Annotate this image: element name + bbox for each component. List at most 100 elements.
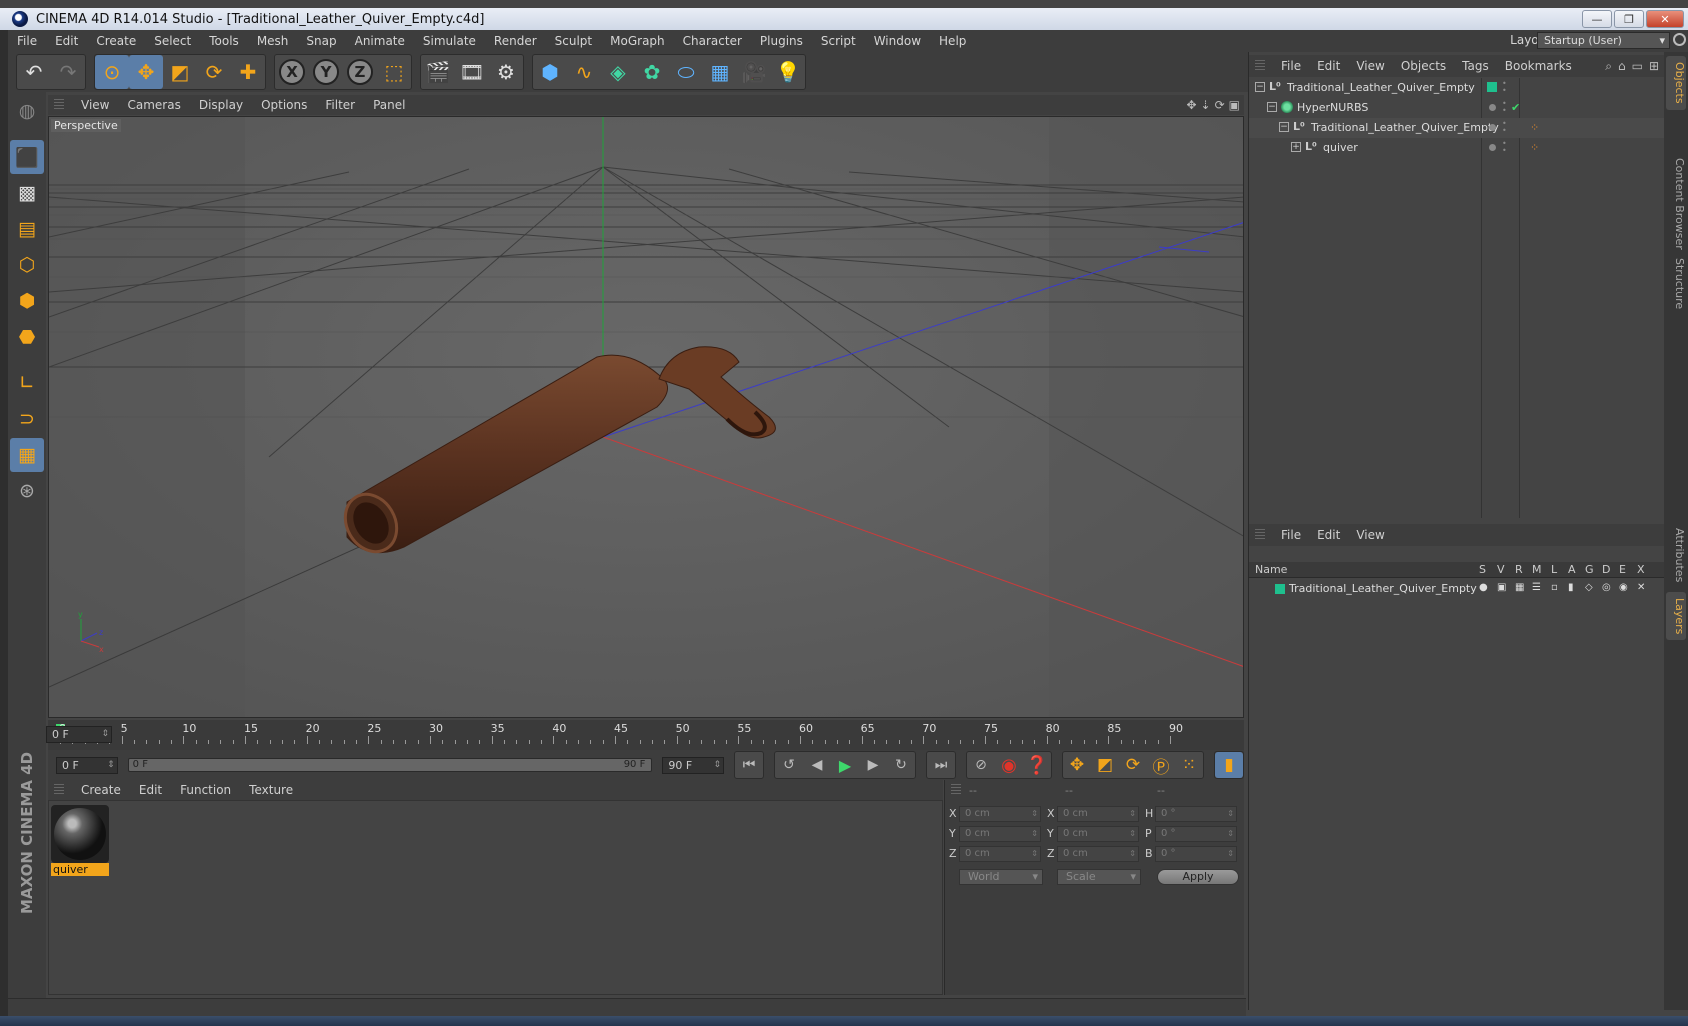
render-settings-icon[interactable]: ⚙	[489, 55, 523, 89]
layout-select[interactable]: Startup (User)	[1537, 32, 1670, 49]
coordinate-mode-select[interactable]: World	[959, 869, 1043, 885]
menu-sculpt[interactable]: Sculpt	[546, 34, 601, 48]
spline-icon[interactable]: ∿	[567, 55, 601, 89]
y-axis-lock-icon[interactable]: Y	[309, 55, 343, 89]
cube-object-icon[interactable]: ⬢	[533, 55, 567, 89]
workplane-lock-icon[interactable]: ⊛	[10, 474, 44, 508]
record-rotation-icon[interactable]: ⟳	[1119, 752, 1147, 778]
record-point-level-icon[interactable]: ⁙	[1175, 752, 1203, 778]
autokey-help-icon[interactable]: ❓	[1023, 752, 1051, 778]
object-row-quiver[interactable]: + L⁰ quiver • • ⁘	[1249, 138, 1665, 158]
timeline-ruler[interactable]: 051015202530354045505560657075808590 0 F	[46, 720, 1244, 750]
visibility-dots-icon[interactable]: • •	[1502, 140, 1507, 155]
restore-button[interactable]: ❐	[1614, 10, 1644, 28]
workplane-mode-icon[interactable]: ▤	[10, 212, 44, 246]
om-menu-edit[interactable]: Edit	[1309, 59, 1348, 73]
previous-frame-icon[interactable]: ◀	[803, 752, 831, 778]
locked-icon[interactable]: ▫	[1551, 582, 1558, 593]
edges-mode-icon[interactable]: ⬢	[10, 284, 44, 318]
timeline-window-icon[interactable]: ▮	[1215, 752, 1243, 778]
z-axis-lock-icon[interactable]: Z	[343, 55, 377, 89]
tab-objects[interactable]: Objects	[1666, 56, 1686, 110]
perspective-viewport[interactable]: y z x Perspective	[48, 116, 1244, 718]
xref-icon[interactable]: ✕	[1637, 582, 1645, 593]
menu-edit[interactable]: Edit	[46, 34, 87, 48]
mat-menu-create[interactable]: Create	[72, 783, 130, 797]
search-icon[interactable]: ⌕	[1605, 59, 1612, 74]
expand-toggle[interactable]: −	[1279, 122, 1289, 132]
x-axis-lock-icon[interactable]: X	[275, 55, 309, 89]
preview-range-slider[interactable]: 0 F 90 F	[127, 758, 653, 772]
snap-enable-icon[interactable]: ▦	[10, 438, 44, 472]
make-editable-icon[interactable]: ◍	[10, 94, 44, 128]
record-parameter-icon[interactable]: Ⓟ	[1147, 752, 1175, 778]
visibility-dots-icon[interactable]: • •	[1502, 80, 1507, 95]
mograph-cloner-icon[interactable]: ✿	[635, 55, 669, 89]
solo-icon[interactable]: ●	[1479, 582, 1488, 593]
expressions-icon[interactable]: ◉	[1619, 582, 1628, 593]
size-x-field[interactable]: 0 cm	[1057, 806, 1139, 822]
apply-button[interactable]: Apply	[1157, 869, 1239, 885]
deformers-icon[interactable]: ◎	[1602, 582, 1611, 593]
current-frame-field[interactable]: 0 F	[46, 726, 112, 743]
tab-structure[interactable]: Structure	[1666, 252, 1686, 315]
record-scale-icon[interactable]: ◩	[1091, 752, 1119, 778]
min-frame-field[interactable]: 0 F	[56, 756, 118, 774]
points-mode-icon[interactable]: ⬡	[10, 248, 44, 282]
expand-toggle[interactable]: +	[1291, 142, 1301, 152]
menu-window[interactable]: Window	[865, 34, 930, 48]
menu-mesh[interactable]: Mesh	[248, 34, 298, 48]
panel-grip[interactable]	[951, 784, 961, 796]
redo-icon[interactable]: ↷	[51, 55, 85, 89]
pan-icon[interactable]: ✥	[1186, 98, 1196, 112]
om-menu-tags[interactable]: Tags	[1454, 59, 1497, 73]
view-icon[interactable]: ▣	[1497, 582, 1506, 593]
lm-menu-edit[interactable]: Edit	[1309, 528, 1348, 542]
material-swatch[interactable]: quiver	[51, 805, 109, 877]
orbit-icon[interactable]: ⟳	[1215, 98, 1225, 112]
tab-layers[interactable]: Layers	[1666, 592, 1686, 641]
tab-content-browser[interactable]: Content Browser	[1666, 152, 1686, 256]
render-icon[interactable]: ▦	[1515, 582, 1524, 593]
expand-toggle[interactable]: −	[1267, 102, 1277, 112]
manager-icon[interactable]: ☰	[1532, 582, 1541, 593]
undo-icon[interactable]: ↶	[17, 55, 51, 89]
expand-toggle[interactable]: −	[1255, 82, 1265, 92]
object-row-group[interactable]: − L⁰ Traditional_Leather_Quiver_Empty • •…	[1249, 118, 1665, 138]
mat-menu-texture[interactable]: Texture	[240, 783, 302, 797]
phong-tag-icon[interactable]: ⁘	[1530, 121, 1539, 134]
scale-icon[interactable]: ◩	[163, 55, 197, 89]
next-frame-icon[interactable]: ▶	[859, 752, 887, 778]
om-menu-file[interactable]: File	[1273, 59, 1309, 73]
texture-mode-icon[interactable]: ▩	[10, 176, 44, 210]
next-key-icon[interactable]: ↻	[887, 752, 915, 778]
vp-menu-display[interactable]: Display	[190, 98, 252, 112]
go-to-end-icon[interactable]: ⏭	[927, 752, 955, 778]
menu-plugins[interactable]: Plugins	[751, 34, 812, 48]
dolly-icon[interactable]: ⇣	[1201, 98, 1211, 112]
menu-tools[interactable]: Tools	[200, 34, 248, 48]
rotation-h-field[interactable]: 0 °	[1155, 806, 1237, 822]
menu-simulate[interactable]: Simulate	[414, 34, 485, 48]
maximize-view-icon[interactable]: ▣	[1229, 98, 1240, 112]
vp-menu-view[interactable]: View	[72, 98, 118, 112]
camera-icon[interactable]: 🎥	[737, 55, 771, 89]
recent-tools-icon[interactable]: ✚	[231, 55, 265, 89]
visibility-dots-icon[interactable]: • •	[1502, 100, 1507, 115]
deformer-icon[interactable]: ⬭	[669, 55, 703, 89]
collapse-icon[interactable]: ▭	[1632, 59, 1643, 74]
animation-icon[interactable]: ▮	[1568, 582, 1574, 593]
panel-grip[interactable]	[54, 784, 64, 796]
panel-grip[interactable]	[1255, 529, 1265, 541]
go-to-start-icon[interactable]: ⏮	[735, 752, 763, 778]
menu-character[interactable]: Character	[674, 34, 751, 48]
enabled-check-icon[interactable]: ✔	[1511, 101, 1520, 114]
tab-attributes[interactable]: Attributes	[1666, 522, 1686, 588]
size-y-field[interactable]: 0 cm	[1057, 826, 1139, 842]
floor-scene-icon[interactable]: ▦	[703, 55, 737, 89]
layer-dot-icon[interactable]	[1489, 124, 1496, 131]
home-icon[interactable]: ⌂	[1618, 59, 1626, 74]
layer-dot-icon[interactable]	[1489, 144, 1496, 151]
menu-help[interactable]: Help	[930, 34, 975, 48]
nurbs-icon[interactable]: ◈	[601, 55, 635, 89]
